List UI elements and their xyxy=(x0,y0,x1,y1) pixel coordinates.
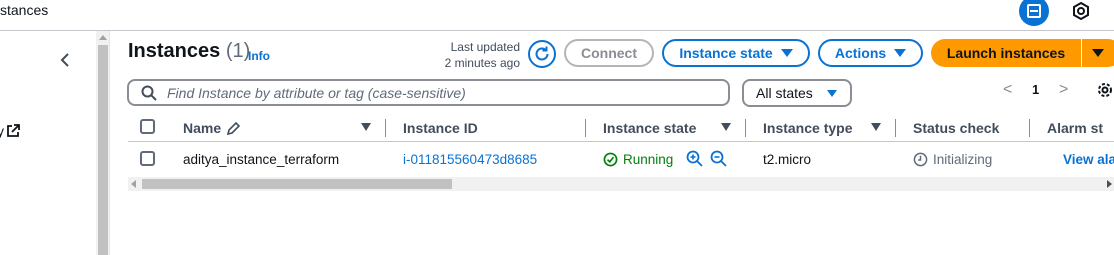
caret-down-icon xyxy=(826,89,837,97)
state-filter-select[interactable]: All states xyxy=(742,79,852,107)
info-link[interactable]: Info xyxy=(248,49,270,63)
column-divider[interactable] xyxy=(745,119,746,137)
column-header-instance-type[interactable]: Instance type xyxy=(763,120,852,136)
instance-state-cell: Running xyxy=(603,152,673,167)
horizontal-scroll-thumb[interactable] xyxy=(142,179,452,189)
sort-icon[interactable] xyxy=(361,123,371,131)
refresh-icon xyxy=(535,46,549,61)
instance-state-label: Instance state xyxy=(679,45,773,61)
sort-icon[interactable] xyxy=(871,123,881,131)
instance-state-text: Running xyxy=(623,152,674,167)
column-divider[interactable] xyxy=(385,119,386,137)
column-divider[interactable] xyxy=(1029,119,1030,137)
refresh-button[interactable] xyxy=(528,40,556,68)
breadcrumb-current[interactable]: stances xyxy=(0,2,48,18)
launch-label: Launch instances xyxy=(946,45,1066,61)
title-text: Instances xyxy=(128,40,221,62)
split-panel-icon[interactable] xyxy=(1019,0,1049,26)
column-divider[interactable] xyxy=(585,119,586,137)
view-alarms-link[interactable]: View ala xyxy=(1063,152,1114,167)
instance-name: aditya_instance_terraform xyxy=(183,152,340,167)
column-header-instance-state[interactable]: Instance state xyxy=(603,120,696,136)
nav-external-text: y xyxy=(0,123,4,139)
caret-down-icon xyxy=(780,49,793,57)
select-all-checkbox[interactable] xyxy=(140,119,155,134)
column-header-instance-id[interactable]: Instance ID xyxy=(403,120,478,136)
launch-dropdown-button[interactable] xyxy=(1082,39,1114,67)
instance-id-link[interactable]: i-011815560473d8685 xyxy=(403,152,537,167)
pencil-icon xyxy=(226,121,241,136)
search-field[interactable] xyxy=(127,79,730,106)
side-navigation: y xyxy=(0,31,96,255)
connect-button[interactable]: Connect xyxy=(564,39,654,67)
last-updated-label: Last updated xyxy=(450,40,520,54)
launch-instances-button[interactable]: Launch instances xyxy=(931,39,1081,67)
scroll-right-arrow[interactable] xyxy=(1107,180,1112,188)
table-header: Name Instance ID Instance state Instance… xyxy=(128,116,1114,142)
instance-type: t2.micro xyxy=(763,152,812,167)
previous-page-button[interactable]: < xyxy=(1003,81,1012,99)
column-divider[interactable] xyxy=(895,119,896,137)
page-title: Instances (1) xyxy=(128,40,250,63)
status-check-cell: Initializing xyxy=(913,152,992,167)
column-header-status-check[interactable]: Status check xyxy=(913,120,999,136)
last-updated-value: 2 minutes ago xyxy=(444,56,520,70)
top-bar: stances xyxy=(0,0,1114,31)
caret-down-icon xyxy=(894,49,907,57)
caret-down-icon xyxy=(1092,49,1104,57)
column-header-name[interactable]: Name xyxy=(183,120,221,136)
scroll-left-arrow[interactable] xyxy=(131,180,136,188)
actions-button[interactable]: Actions xyxy=(818,39,923,67)
search-icon xyxy=(141,85,157,101)
row-checkbox[interactable] xyxy=(140,151,155,166)
sort-icon[interactable] xyxy=(721,123,731,131)
zoom-in-icon[interactable] xyxy=(686,150,703,167)
table-row[interactable]: aditya_instance_terraform i-011815560473… xyxy=(128,143,1114,175)
hexagon-gear-icon[interactable] xyxy=(1071,1,1091,21)
zoom-out-icon[interactable] xyxy=(710,150,727,167)
chevron-left-icon[interactable] xyxy=(56,51,74,69)
next-page-button[interactable]: > xyxy=(1059,81,1068,99)
connect-label: Connect xyxy=(581,45,637,61)
nav-external-link[interactable]: y xyxy=(0,122,25,140)
search-input[interactable] xyxy=(167,84,707,101)
instance-count: (1) xyxy=(225,40,251,62)
state-filter-value: All states xyxy=(756,85,813,101)
check-circle-icon xyxy=(603,152,618,167)
external-link-icon xyxy=(7,124,20,137)
actions-label: Actions xyxy=(834,45,887,61)
scroll-up-arrow[interactable] xyxy=(99,35,107,40)
gear-icon[interactable] xyxy=(1095,80,1114,100)
status-check-text: Initializing xyxy=(933,152,993,167)
current-page[interactable]: 1 xyxy=(1032,82,1039,97)
vertical-scrollbar[interactable] xyxy=(96,31,110,255)
instance-state-button[interactable]: Instance state xyxy=(662,39,810,67)
scroll-thumb[interactable] xyxy=(98,45,108,255)
last-updated: Last updated 2 minutes ago xyxy=(430,39,520,71)
horizontal-scrollbar[interactable] xyxy=(128,177,1114,191)
clock-icon xyxy=(913,152,928,167)
column-header-alarm-status[interactable]: Alarm st xyxy=(1047,120,1103,136)
